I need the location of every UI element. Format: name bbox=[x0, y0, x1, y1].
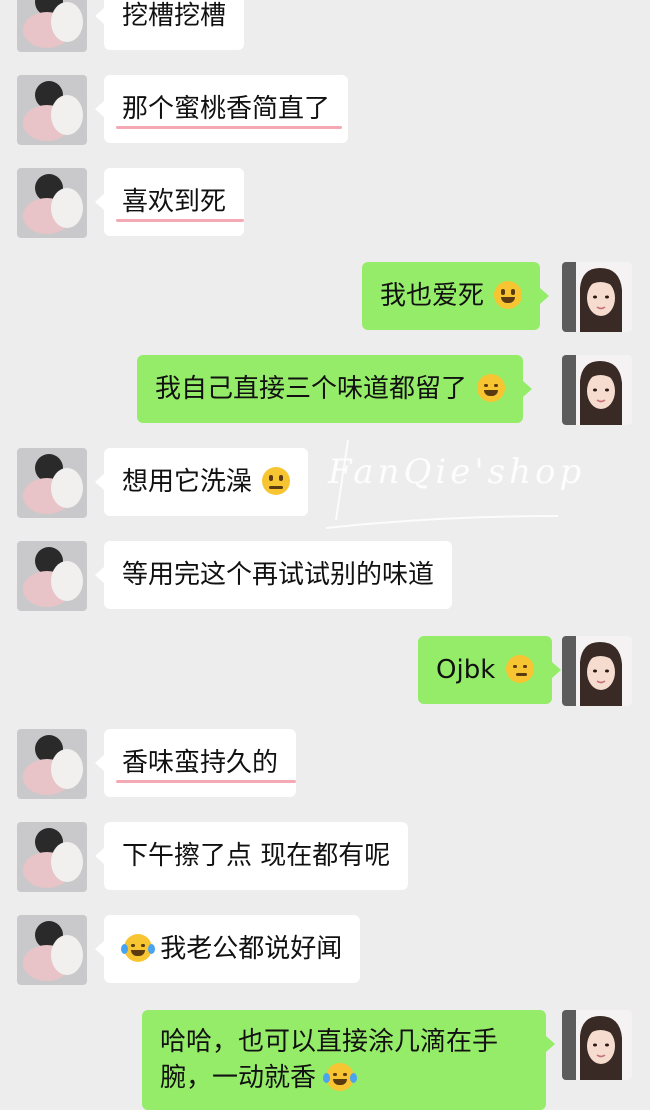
tears-of-joy-emoji-icon bbox=[121, 934, 155, 962]
message-bubble[interactable]: 我老公都说好闻 bbox=[94, 915, 361, 983]
message-text: 我老公都说好闻 bbox=[160, 934, 343, 964]
message-bubble[interactable]: 那个蜜桃香简直了 bbox=[94, 75, 349, 143]
message-bubble[interactable]: 想用它洗澡 bbox=[94, 448, 309, 516]
message-bubble[interactable]: 挖槽挖槽 bbox=[94, 0, 245, 50]
contact-avatar[interactable] bbox=[17, 541, 87, 611]
message-text: 香味蛮持久的 bbox=[122, 748, 279, 778]
message-text: 那个蜜桃香简直了 bbox=[122, 94, 331, 124]
contact-avatar[interactable] bbox=[17, 0, 87, 52]
highlight-underline bbox=[116, 780, 296, 783]
message-bubble[interactable]: Ojbk bbox=[418, 636, 561, 704]
grinning-face-emoji-icon bbox=[494, 281, 523, 309]
contact-avatar[interactable] bbox=[17, 168, 87, 238]
message-bubble[interactable]: 等用完这个再试试别的味道 bbox=[94, 541, 453, 609]
shop-watermark: FanQie'shop bbox=[318, 420, 581, 540]
message-text: 喜欢到死 bbox=[122, 187, 227, 217]
my-avatar[interactable] bbox=[562, 355, 632, 425]
chat-window: 挖槽挖槽 那个蜜桃香简直了 喜欢到死 我也爱死 我自己直接三个味道都留了 想用它… bbox=[0, 0, 650, 1110]
message-bubble[interactable]: 下午擦了点 现在都有呢 bbox=[94, 822, 409, 890]
message-text: 挖槽挖槽 bbox=[122, 1, 227, 31]
contact-avatar[interactable] bbox=[17, 915, 87, 985]
message-bubble[interactable]: 喜欢到死 bbox=[94, 168, 245, 236]
message-bubble[interactable]: 香味蛮持久的 bbox=[94, 729, 297, 797]
contact-avatar[interactable] bbox=[17, 822, 87, 892]
watermark-text: FanQie'shop bbox=[328, 452, 586, 492]
message-text: 我也爱死 bbox=[380, 281, 485, 311]
message-text: 下午擦了点 现在都有呢 bbox=[122, 841, 391, 871]
squinting-face-emoji-icon bbox=[477, 374, 506, 402]
thinking-face-emoji-icon bbox=[262, 467, 291, 495]
tears-of-joy-emoji-icon bbox=[323, 1063, 358, 1091]
my-avatar[interactable] bbox=[562, 262, 632, 332]
my-avatar[interactable] bbox=[562, 1010, 632, 1080]
message-bubble[interactable]: 我自己直接三个味道都留了 bbox=[137, 355, 533, 423]
contact-avatar[interactable] bbox=[17, 729, 87, 799]
my-avatar[interactable] bbox=[562, 636, 632, 706]
contact-avatar[interactable] bbox=[17, 75, 87, 145]
message-bubble[interactable]: 哈哈，也可以直接涂几滴在手腕，一动就香 bbox=[142, 1010, 555, 1110]
highlight-underline bbox=[116, 219, 244, 222]
message-text: 等用完这个再试试别的味道 bbox=[122, 560, 435, 590]
message-text: 我自己直接三个味道都留了 bbox=[155, 374, 468, 404]
message-text: 想用它洗澡 bbox=[122, 467, 253, 497]
message-bubble[interactable]: 我也爱死 bbox=[362, 262, 550, 330]
contact-avatar[interactable] bbox=[17, 448, 87, 518]
smirking-face-emoji-icon bbox=[505, 655, 534, 683]
message-text: Ojbk bbox=[436, 655, 496, 685]
highlight-underline bbox=[116, 126, 342, 129]
